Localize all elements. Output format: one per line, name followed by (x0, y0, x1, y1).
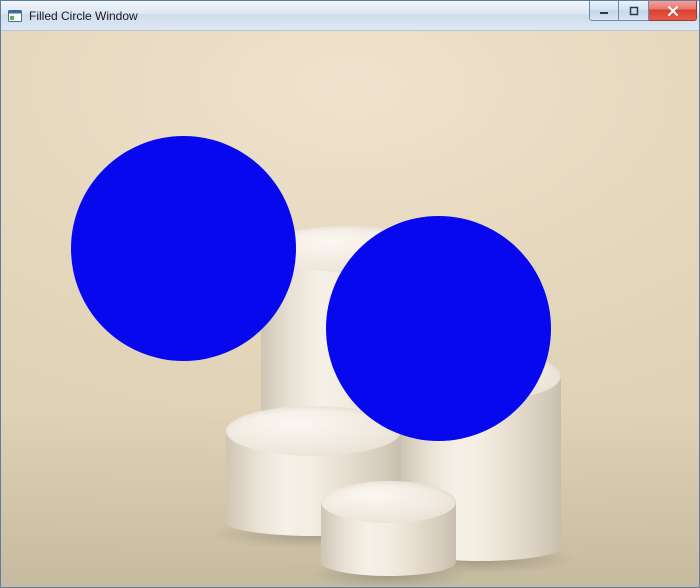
filled-circle-2 (326, 216, 551, 441)
close-button[interactable] (649, 1, 697, 21)
minimize-icon (599, 6, 609, 16)
maximize-icon (629, 6, 639, 16)
canvas-area (1, 31, 699, 587)
close-icon (667, 6, 679, 16)
minimize-button[interactable] (589, 1, 619, 21)
background-scene (1, 31, 699, 587)
window-controls (589, 1, 697, 21)
app-icon (7, 8, 23, 24)
pedestal-front-small (321, 481, 456, 576)
window-title: Filled Circle Window (29, 9, 589, 23)
application-window: Filled Circle Window (0, 0, 700, 588)
titlebar[interactable]: Filled Circle Window (1, 1, 699, 31)
filled-circle-1 (71, 136, 296, 361)
maximize-button[interactable] (619, 1, 649, 21)
